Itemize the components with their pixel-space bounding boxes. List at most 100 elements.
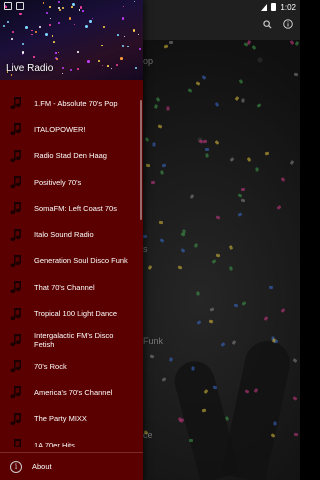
station-label: Italo Sound Radio: [34, 230, 94, 240]
confetti-piece: [198, 139, 204, 145]
drawer-title: Live Radio: [6, 63, 54, 74]
station-label: Positively 70's: [34, 177, 82, 187]
station-item[interactable]: 1A 70er Hits: [0, 432, 143, 447]
firework-spark: [135, 67, 138, 70]
confetti-piece: [161, 377, 166, 382]
background-hand: [220, 336, 295, 480]
confetti-piece: [168, 41, 173, 45]
firework-spark: [98, 59, 101, 62]
station-label: 70's Rock: [34, 361, 67, 371]
confetti-piece: [238, 78, 244, 84]
firework-spark: [24, 26, 28, 29]
station-item[interactable]: SomaFM: Left Coast 70s: [0, 195, 143, 221]
confetti-piece: [215, 215, 221, 221]
confetti-piece: [189, 193, 195, 199]
firework-spark: [68, 17, 72, 20]
search-icon[interactable]: [260, 17, 274, 31]
confetti-piece: [177, 265, 183, 270]
station-item[interactable]: Positively 70's: [0, 169, 143, 195]
about-menu-item[interactable]: i About: [0, 452, 143, 480]
music-note-icon: [8, 148, 24, 164]
firework-spark: [101, 64, 104, 66]
station-item[interactable]: America's 70's Channel: [0, 379, 143, 405]
confetti-piece: [209, 307, 215, 312]
firework-spark: [7, 21, 10, 24]
confetti-piece: [240, 198, 246, 203]
confetti-piece: [143, 234, 148, 238]
info-icon: i: [10, 460, 22, 473]
firework-spark: [101, 44, 103, 46]
firework-spark: [117, 34, 120, 37]
music-note-icon: [8, 121, 24, 137]
background-text: Funk: [143, 336, 164, 346]
music-note-icon: [8, 174, 24, 190]
firework-spark: [107, 65, 109, 67]
confetti-piece: [263, 316, 269, 322]
station-list[interactable]: 1.FM - Absolute 70's Pop ITALOPOWER! Radio…: [0, 90, 143, 447]
confetti-piece: [212, 385, 218, 390]
confetti-piece: [169, 357, 174, 363]
firework-spark: [127, 45, 129, 48]
station-item[interactable]: ITALOPOWER!: [0, 116, 143, 142]
background-text: op: [143, 56, 154, 66]
firework-spark: [22, 42, 25, 45]
confetti-piece: [215, 253, 221, 258]
firework-spark: [103, 25, 106, 28]
station-item[interactable]: Generation Soul Disco Funk: [0, 248, 143, 274]
confetti-piece: [187, 88, 193, 94]
firework-spark: [89, 20, 92, 23]
confetti-piece: [293, 72, 298, 77]
firework-spark: [85, 25, 89, 29]
firework-spark: [49, 24, 51, 26]
battery-icon: [271, 3, 277, 11]
confetti-piece: [229, 157, 235, 163]
music-note-icon: [8, 332, 24, 348]
station-item[interactable]: That 70's Channel: [0, 274, 143, 300]
firework-spark: [35, 30, 38, 33]
confetti-piece: [269, 285, 274, 289]
confetti-piece: [264, 151, 270, 156]
station-item[interactable]: Italo Sound Radio: [0, 221, 143, 247]
station-item[interactable]: Intergalactic FM's Disco Fetish: [0, 327, 143, 353]
confetti-piece: [160, 170, 165, 176]
scrollbar[interactable]: [140, 100, 142, 220]
info-icon[interactable]: [281, 17, 295, 31]
about-label: About: [32, 462, 52, 471]
station-item[interactable]: Radio Stad Den Haag: [0, 143, 143, 169]
firework-spark: [10, 73, 13, 76]
confetti-piece: [241, 97, 245, 103]
confetti-piece: [180, 247, 186, 253]
confetti-piece: [181, 232, 186, 237]
station-label: Generation Soul Disco Funk: [34, 256, 128, 266]
music-note-icon: [8, 95, 24, 111]
confetti-piece: [155, 96, 160, 102]
confetti-piece: [237, 192, 243, 198]
station-item[interactable]: 70's Rock: [0, 353, 143, 379]
station-label: That 70's Channel: [34, 282, 95, 292]
firework-spark: [116, 64, 119, 67]
station-label: Tropical 100 Light Dance: [34, 309, 118, 319]
firework-spark: [111, 68, 113, 70]
firework-spark: [31, 34, 33, 36]
confetti-piece: [211, 258, 217, 264]
confetti-piece: [231, 339, 237, 345]
station-item[interactable]: The Party MIXX: [0, 406, 143, 432]
confetti-piece: [152, 142, 156, 147]
station-label: 1.FM - Absolute 70's Pop: [34, 98, 118, 108]
firework-spark: [123, 35, 126, 38]
firework-spark: [77, 68, 80, 71]
confetti-piece: [209, 319, 214, 324]
music-note-icon: [8, 411, 24, 427]
notification-icon: [4, 2, 12, 10]
station-item[interactable]: Tropical 100 Light Dance: [0, 300, 143, 326]
station-item[interactable]: 1.FM - Absolute 70's Pop: [0, 90, 143, 116]
confetti-piece: [220, 342, 226, 348]
firework-spark: [137, 33, 140, 36]
confetti-piece: [158, 220, 164, 225]
notification-icon: [16, 2, 24, 10]
confetti-piece: [196, 320, 202, 326]
firework-spark: [10, 37, 14, 41]
confetti-piece: [237, 211, 243, 217]
music-note-icon: [8, 306, 24, 322]
music-note-icon: [8, 200, 24, 216]
